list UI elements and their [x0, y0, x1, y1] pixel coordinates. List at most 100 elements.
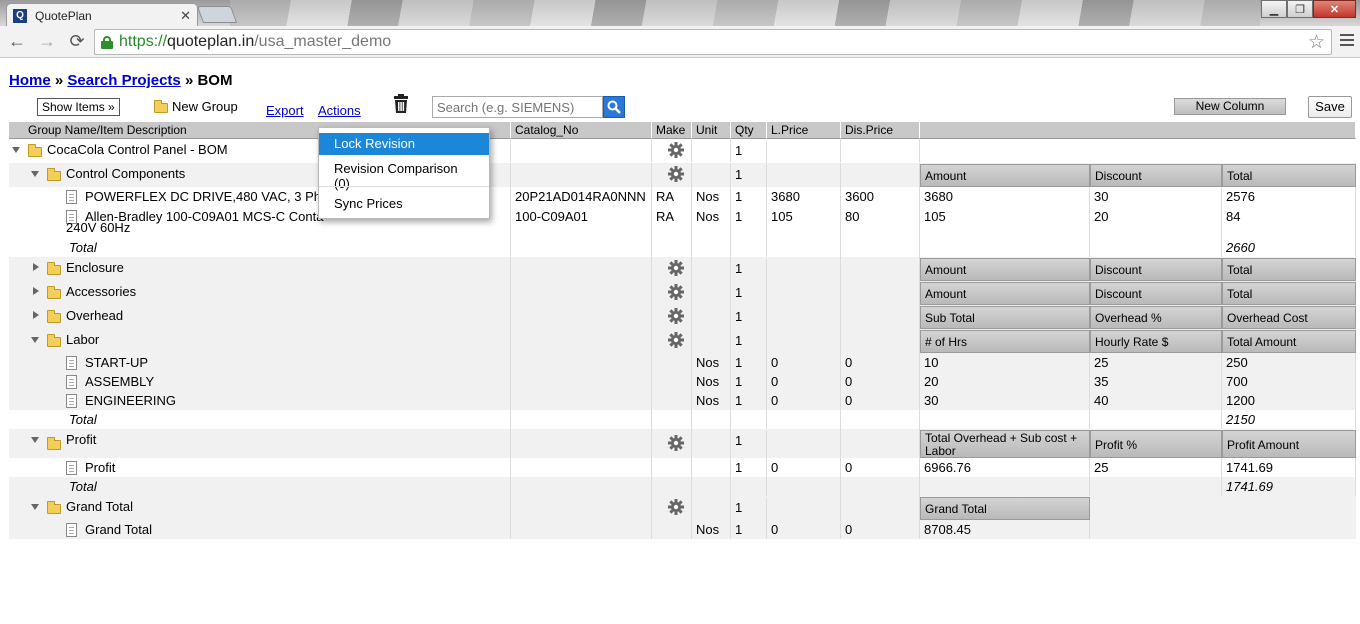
revision-comparison-menu-item[interactable]: Revision Comparison (0)	[319, 158, 489, 191]
catalog-cell: 20P21AD014RA0NNN	[511, 187, 652, 207]
gear-icon[interactable]	[668, 308, 684, 324]
export-link[interactable]: Export	[266, 103, 304, 118]
qty-cell: 1	[731, 165, 767, 189]
breadcrumb-home-link[interactable]: Home	[9, 72, 51, 89]
document-icon	[66, 375, 77, 389]
header-disprice[interactable]: Dis.Price	[841, 122, 920, 139]
group-name[interactable]: Grand Total	[66, 499, 133, 514]
unit-cell	[692, 458, 731, 477]
sync-prices-menu-item[interactable]: Sync Prices	[319, 193, 489, 215]
collapse-arrow-icon[interactable]	[31, 171, 39, 177]
total-value-cell: 1741.69	[1222, 477, 1356, 496]
unit-cell: Nos	[692, 207, 731, 238]
new-group-button[interactable]: New Group	[172, 99, 238, 114]
actions-link[interactable]: Actions	[318, 103, 361, 118]
search-icon	[607, 100, 621, 114]
list-price-cell: 0	[767, 520, 841, 539]
forward-icon[interactable]: →	[34, 29, 60, 55]
group-name[interactable]: CocaCola Control Panel - BOM	[47, 142, 228, 157]
browser-tab[interactable]: Q QuotePlan ✕	[6, 3, 198, 26]
url-host: quoteplan.in	[167, 33, 255, 50]
collapse-arrow-icon[interactable]	[31, 504, 39, 510]
close-window-icon[interactable]: ✕	[1313, 0, 1356, 18]
make-cell: RA	[652, 207, 692, 238]
gear-icon[interactable]	[668, 435, 684, 451]
maximize-icon[interactable]: ❐	[1287, 0, 1313, 18]
lock-revision-menu-item[interactable]: Lock Revision	[319, 133, 489, 155]
breadcrumb-search-projects-link[interactable]: Search Projects	[67, 72, 180, 89]
minimize-icon[interactable]: ▁	[1261, 0, 1287, 18]
group-row[interactable]: CocaCola Control Panel - BOM 1	[9, 139, 1356, 164]
description-cell: Total	[9, 410, 511, 429]
gear-icon[interactable]	[668, 166, 684, 182]
gear-icon[interactable]	[668, 499, 684, 515]
reload-icon[interactable]: ⟳	[64, 29, 90, 55]
collapse-arrow-icon[interactable]	[12, 147, 20, 153]
unit-cell	[692, 163, 731, 187]
browser-menu-icon[interactable]	[1340, 34, 1354, 49]
make-cell	[652, 163, 692, 187]
make-cell	[652, 429, 692, 458]
description-cell: Grand Total	[9, 520, 511, 539]
sub-header-overhead: Overhead %	[1090, 306, 1222, 329]
make-cell	[652, 257, 692, 281]
unit-cell: Nos	[692, 372, 731, 391]
group-name[interactable]: Overhead	[66, 308, 123, 323]
header-make[interactable]: Make	[652, 122, 692, 139]
group-name[interactable]: Control Components	[66, 166, 185, 181]
gear-icon[interactable]	[668, 260, 684, 276]
qty-cell: 1	[731, 458, 767, 477]
group-name[interactable]: Enclosure	[66, 260, 124, 275]
folder-icon	[28, 144, 42, 157]
group-row[interactable]: Grand Total 1	[9, 496, 1356, 522]
discount-price-cell	[841, 305, 920, 329]
search-button[interactable]	[603, 96, 625, 118]
group-name[interactable]: Profit	[66, 432, 96, 447]
extension-value-cell: 84	[1222, 207, 1356, 238]
header-qty[interactable]: Qty	[731, 122, 767, 139]
save-button[interactable]: Save	[1308, 96, 1352, 118]
show-items-button[interactable]: Show Items »	[37, 98, 120, 116]
description-cell: ENGINEERING	[9, 391, 511, 410]
discount-price-cell: 80	[841, 207, 920, 238]
unit-cell	[692, 305, 731, 329]
tab-close-icon[interactable]: ✕	[180, 8, 191, 24]
qty-cell: 1	[731, 498, 767, 522]
header-catalog[interactable]: Catalog_No	[511, 122, 652, 139]
extension-value-cell: 250	[1222, 353, 1356, 372]
extension-value-cell: 8708.45	[920, 520, 1090, 539]
description-cell: Enclosure	[9, 257, 511, 281]
list-price-cell	[767, 238, 841, 257]
new-column-button[interactable]: New Column	[1174, 98, 1286, 115]
expand-arrow-icon[interactable]	[33, 263, 39, 271]
list-price-cell: 0	[767, 372, 841, 391]
back-icon[interactable]: ←	[4, 29, 30, 55]
unit-cell: Nos	[692, 520, 731, 539]
gear-icon[interactable]	[668, 284, 684, 300]
item-row: Profit 1 0 0 6966.76 25 1741.69	[9, 458, 1356, 477]
expand-arrow-icon[interactable]	[33, 311, 39, 319]
group-name[interactable]: Accessories	[66, 284, 136, 299]
header-unit[interactable]: Unit	[692, 122, 731, 139]
collapse-arrow-icon[interactable]	[31, 437, 39, 443]
trash-icon[interactable]	[392, 94, 410, 114]
gear-icon[interactable]	[668, 142, 684, 158]
list-price-cell	[767, 477, 841, 496]
group-name[interactable]: Labor	[66, 332, 99, 347]
item-name: ENGINEERING	[85, 393, 177, 408]
extension-value-cell: 3680	[920, 187, 1090, 207]
unit-cell	[692, 429, 731, 458]
new-group-folder-icon	[154, 100, 168, 113]
lock-icon	[101, 36, 113, 49]
bookmark-star-icon[interactable]: ☆	[1308, 31, 1325, 54]
qty-cell: 1	[731, 331, 767, 355]
header-lprice[interactable]: L.Price	[767, 122, 841, 139]
expand-arrow-icon[interactable]	[33, 287, 39, 295]
make-cell	[652, 281, 692, 305]
collapse-arrow-icon[interactable]	[31, 337, 39, 343]
new-tab-button[interactable]	[196, 6, 238, 23]
address-bar[interactable]: https:// quoteplan.in /usa_master_demo ☆	[94, 29, 1332, 55]
description-cell: Accessories	[9, 281, 511, 305]
gear-icon[interactable]	[668, 332, 684, 348]
search-input[interactable]	[432, 96, 603, 118]
